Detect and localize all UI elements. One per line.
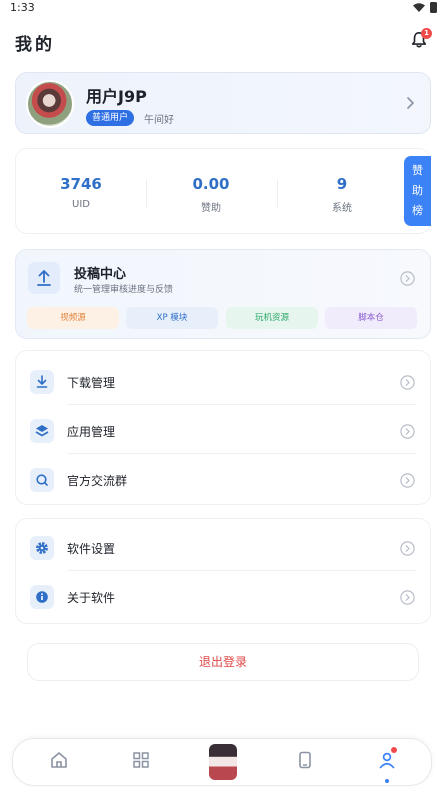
chip-script-repo[interactable]: 脚本仓 xyxy=(325,307,417,329)
profile-card[interactable]: 用户J9P 普通用户 午间好 xyxy=(15,72,431,134)
stats-card: 3746 UID 0.00 赞助 9 系统 赞助榜 xyxy=(15,148,431,234)
logout-button[interactable]: 退出登录 xyxy=(27,643,419,681)
submission-subtitle: 统一管理审核进度与反馈 xyxy=(74,285,174,295)
tab-device[interactable] xyxy=(275,739,335,787)
layers-icon xyxy=(30,419,54,443)
stat-divider xyxy=(277,179,278,207)
profile-notification-dot xyxy=(391,747,397,753)
menu-label: 关于软件 xyxy=(67,591,116,605)
upload-icon xyxy=(28,262,60,294)
upload-arrow-icon xyxy=(37,270,51,286)
profile-icon xyxy=(379,752,395,769)
download-icon xyxy=(30,370,54,394)
stat-value: 9 xyxy=(336,175,348,193)
menu-label: 下载管理 xyxy=(67,376,116,390)
menu-label: 应用管理 xyxy=(67,425,116,439)
bottom-tab-bar xyxy=(12,738,432,786)
notification-badge: 1 xyxy=(421,28,432,39)
tab-home[interactable] xyxy=(29,739,89,787)
chevron-circle-icon xyxy=(400,271,415,286)
stat-sponsor: 0.00 赞助 xyxy=(156,175,266,214)
grid-icon xyxy=(133,752,149,768)
battery-icon xyxy=(430,2,437,13)
home-icon xyxy=(51,752,67,768)
mascot-avatar xyxy=(209,744,237,780)
wifi-icon xyxy=(413,3,425,12)
phone-icon xyxy=(299,751,311,769)
notification-button[interactable]: 1 xyxy=(410,28,432,51)
menu-item-software-settings[interactable]: 软件设置 xyxy=(16,522,430,571)
chip-device-resources[interactable]: 玩机资源 xyxy=(226,307,318,329)
status-bar: 1:33 xyxy=(0,0,445,16)
menu-item-about[interactable]: 关于软件 xyxy=(16,571,430,620)
status-icons xyxy=(413,2,437,13)
gear-icon xyxy=(30,536,54,560)
avatar[interactable] xyxy=(26,80,74,128)
stat-value: 3746 xyxy=(60,175,102,193)
stat-divider xyxy=(146,179,147,207)
stat-system: 9 系统 xyxy=(287,175,397,214)
sponsor-ranking-label: 赞助榜 xyxy=(412,164,423,217)
stat-label: UID xyxy=(72,199,90,210)
submission-center-card[interactable]: 投稿中心 统一管理审核进度与反馈 视频源 XP 模块 玩机资源 脚本仓 xyxy=(15,249,431,339)
menu-label: 官方交流群 xyxy=(67,474,128,488)
submission-title: 投稿中心 xyxy=(74,267,127,282)
greeting-text: 午间好 xyxy=(144,115,174,126)
tab-profile[interactable] xyxy=(357,739,417,787)
stat-label: 赞助 xyxy=(201,203,221,214)
menu-item-official-group[interactable]: 官方交流群 xyxy=(16,454,430,503)
active-tab-indicator xyxy=(385,779,389,783)
menu-label: 软件设置 xyxy=(67,542,116,556)
menu-group-apps: 下载管理 应用管理 官方交流群 xyxy=(15,350,431,505)
page-title: 我的 xyxy=(15,35,55,55)
menu-item-app-manager[interactable]: 应用管理 xyxy=(16,405,430,454)
user-level-badge: 普通用户 xyxy=(86,110,135,126)
chip-video-source[interactable]: 视频源 xyxy=(27,307,119,329)
chevron-circle-icon xyxy=(400,590,415,605)
stat-value: 0.00 xyxy=(192,175,230,193)
chip-xp-module[interactable]: XP 模块 xyxy=(126,307,218,329)
chevron-circle-icon xyxy=(400,473,415,488)
tab-categories[interactable] xyxy=(111,739,171,787)
chevron-right-icon xyxy=(407,97,414,109)
stat-label: 系统 xyxy=(332,203,352,214)
info-icon xyxy=(30,585,54,609)
sponsor-ranking-tab[interactable]: 赞助榜 xyxy=(404,156,431,226)
menu-item-download-manager[interactable]: 下载管理 xyxy=(16,356,430,405)
chevron-circle-icon xyxy=(400,375,415,390)
chevron-circle-icon xyxy=(400,541,415,556)
menu-group-settings: 软件设置 关于软件 xyxy=(15,518,431,624)
chevron-circle-icon xyxy=(400,424,415,439)
status-time: 1:33 xyxy=(10,1,35,14)
stat-uid: 3746 UID xyxy=(26,175,136,210)
search-icon xyxy=(30,468,54,492)
username: 用户J9P xyxy=(86,87,147,106)
tab-center-mascot[interactable] xyxy=(193,739,253,787)
